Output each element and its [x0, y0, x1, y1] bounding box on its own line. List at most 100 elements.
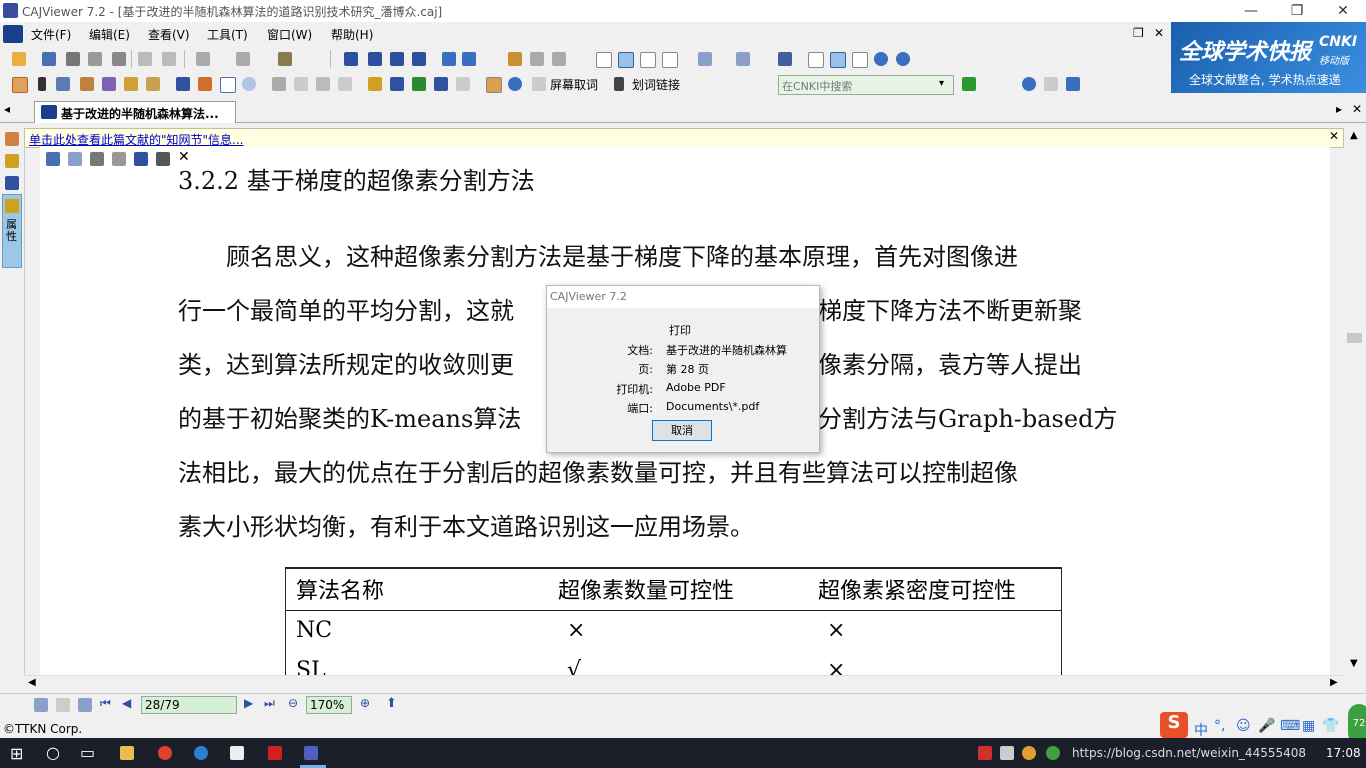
- mini-word-icon[interactable]: [134, 152, 148, 166]
- voice-icon[interactable]: 🎤: [1258, 718, 1275, 734]
- tray-360-icon[interactable]: [1046, 746, 1060, 760]
- paste-icon[interactable]: [162, 52, 176, 66]
- open-icon[interactable]: [12, 52, 26, 66]
- cnki-mobile-banner[interactable]: 全球学术快报 CNKI 移动版 全球文献整合, 学术热点速递: [1171, 22, 1366, 93]
- facing-page-icon[interactable]: [640, 52, 656, 68]
- tab-close-icon[interactable]: ✕: [1352, 102, 1362, 116]
- document-tab[interactable]: 基于改进的半随机森林算法...: [34, 101, 236, 123]
- menu-edit[interactable]: 编辑(E): [89, 26, 130, 43]
- mini-scan-icon[interactable]: [112, 152, 126, 166]
- horizontal-scrollbar[interactable]: ◀ ▶: [24, 675, 1344, 693]
- anchor-icon[interactable]: [434, 77, 448, 91]
- notepad-icon[interactable]: [230, 746, 244, 760]
- tray-security-icon[interactable]: [1022, 746, 1036, 760]
- snapshot-icon[interactable]: [124, 77, 138, 91]
- zoom-input[interactable]: 170%: [306, 696, 352, 714]
- search-go-icon[interactable]: [962, 77, 976, 91]
- property-panel-tab[interactable]: 属性: [2, 194, 22, 268]
- menu-help[interactable]: 帮助(H): [331, 26, 373, 43]
- tray-printer-icon[interactable]: [1000, 746, 1014, 760]
- infobar-close-icon[interactable]: ✕: [1329, 129, 1339, 143]
- highlighter-icon[interactable]: [198, 77, 212, 91]
- cajviewer-taskbar-icon[interactable]: [304, 746, 318, 760]
- ellipse-icon[interactable]: [242, 77, 256, 91]
- tab-scroll-left-icon[interactable]: ◂: [4, 102, 10, 116]
- stamp-icon[interactable]: [294, 77, 308, 91]
- menu-file[interactable]: 文件(F): [31, 26, 71, 43]
- cnki-search-input[interactable]: 在CNKI中搜索 ▾: [778, 75, 954, 95]
- cancel-button[interactable]: 取消: [652, 420, 712, 441]
- minimize-button[interactable]: —: [1228, 0, 1274, 22]
- properties-icon[interactable]: [278, 52, 292, 66]
- text-select-icon[interactable]: [56, 77, 70, 91]
- mini-tool-icon[interactable]: [156, 152, 170, 166]
- vertical-scrollbar[interactable]: ▲ ▼: [1344, 128, 1366, 690]
- screen-word-toggle-icon[interactable]: [486, 77, 502, 93]
- mdi-close-button[interactable]: ✕: [1154, 26, 1164, 40]
- file-explorer-icon[interactable]: [120, 746, 134, 760]
- first-page-icon[interactable]: [344, 52, 358, 66]
- next-page-icon[interactable]: [390, 52, 404, 66]
- knowledge-node-link[interactable]: 单击此处查看此篇文献的"知网节"信息...: [29, 131, 243, 148]
- layout-icon[interactable]: [736, 52, 750, 66]
- status-zoom-in-icon[interactable]: ⊕: [360, 696, 370, 710]
- scroll-right-icon[interactable]: ▶: [1330, 677, 1338, 688]
- eraser-icon[interactable]: [272, 77, 286, 91]
- scan-icon[interactable]: [112, 52, 126, 66]
- page-number-input[interactable]: 28/79: [141, 696, 237, 714]
- rectangle-icon[interactable]: [220, 77, 236, 93]
- actual-size-icon[interactable]: [808, 52, 824, 68]
- scroll-down-icon[interactable]: ▼: [1350, 658, 1358, 669]
- emoji-icon[interactable]: ☺: [1236, 718, 1251, 734]
- edge-icon[interactable]: [194, 746, 208, 760]
- continuous-facing-icon[interactable]: [662, 52, 678, 68]
- fit-page-icon[interactable]: [852, 52, 868, 68]
- toolbox-icon[interactable]: ▦: [1302, 718, 1315, 734]
- scroll-up-icon[interactable]: ▲: [1350, 130, 1358, 141]
- restore-button[interactable]: ❐: [1274, 0, 1320, 22]
- chevron-down-icon[interactable]: ▾: [939, 78, 944, 89]
- mini-save-icon[interactable]: [46, 152, 60, 166]
- word-link-button[interactable]: 划词链接: [632, 76, 680, 93]
- about-icon[interactable]: [1066, 77, 1080, 91]
- bookmark-icon[interactable]: [146, 77, 160, 91]
- mini-print-icon[interactable]: [90, 152, 104, 166]
- status-last-page-icon[interactable]: ⏭: [264, 696, 275, 711]
- last-page-icon[interactable]: [412, 52, 426, 66]
- view-mode-3-icon[interactable]: [78, 698, 92, 712]
- menu-view[interactable]: 查看(V): [148, 26, 190, 43]
- save-icon[interactable]: [42, 52, 56, 66]
- annotate-icon[interactable]: [368, 77, 382, 91]
- rotate-icon[interactable]: [698, 52, 712, 66]
- task-view-icon[interactable]: ▭: [80, 743, 95, 762]
- find-next-icon[interactable]: [552, 52, 566, 66]
- chrome-icon[interactable]: [158, 746, 172, 760]
- close-button[interactable]: ✕: [1320, 0, 1366, 22]
- status-prev-page-icon[interactable]: ◀: [122, 696, 131, 710]
- mdi-restore-button[interactable]: ❐: [1133, 26, 1144, 40]
- settings-icon[interactable]: [316, 77, 330, 91]
- menu-window[interactable]: 窗口(W): [267, 26, 312, 43]
- undo-icon[interactable]: [196, 52, 210, 66]
- ocr-icon[interactable]: [102, 77, 116, 91]
- clock[interactable]: 17:08: [1326, 746, 1361, 760]
- notes-icon[interactable]: [5, 132, 19, 146]
- prev-page-icon[interactable]: [368, 52, 382, 66]
- help-icon[interactable]: [1022, 77, 1036, 91]
- redo-icon[interactable]: [236, 52, 250, 66]
- back-icon[interactable]: [442, 52, 456, 66]
- mini-copy-icon[interactable]: [68, 152, 82, 166]
- pen-icon[interactable]: [176, 77, 190, 91]
- single-page-icon[interactable]: [596, 52, 612, 68]
- status-first-page-icon[interactable]: ⏮: [100, 696, 111, 711]
- search-icon[interactable]: ○: [46, 743, 60, 762]
- fit-width-icon[interactable]: [830, 52, 846, 68]
- strikeout-icon[interactable]: [390, 77, 404, 91]
- scroll-left-icon[interactable]: ◀: [28, 677, 36, 688]
- scroll-thumb[interactable]: [1347, 333, 1362, 343]
- status-next-page-icon[interactable]: ▶: [244, 696, 253, 710]
- find-icon[interactable]: [508, 52, 522, 66]
- status-zoom-out-icon[interactable]: ⊖: [288, 696, 298, 710]
- print-preview-icon[interactable]: [88, 52, 102, 66]
- outline-icon[interactable]: [5, 176, 19, 190]
